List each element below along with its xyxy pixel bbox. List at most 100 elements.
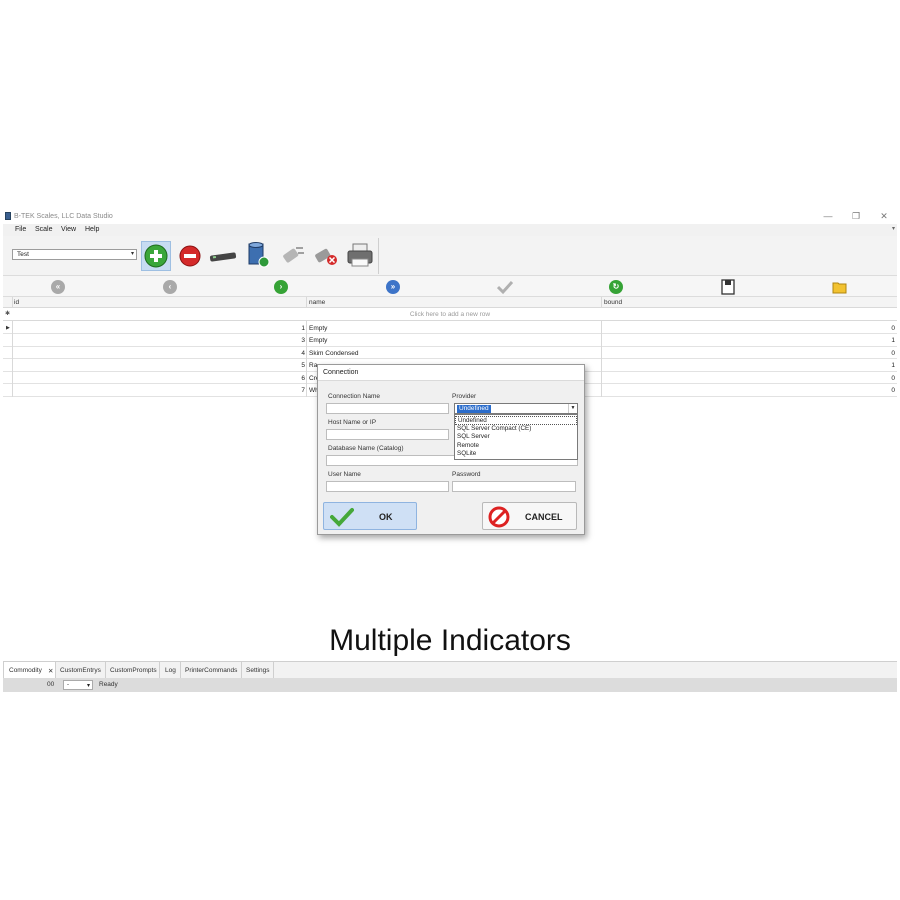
menu-scale[interactable]: Scale	[35, 226, 53, 233]
tab-label: CustomPrompts	[110, 667, 157, 674]
minimize-button[interactable]: —	[819, 210, 837, 222]
restore-button[interactable]: ❐	[847, 210, 865, 222]
dialog-title-bar: Connection	[318, 365, 584, 381]
menu-bar: File Scale View Help ▾	[3, 224, 897, 236]
column-header-name[interactable]: name	[309, 299, 325, 306]
column-header-id[interactable]: id	[14, 299, 19, 306]
cell-id[interactable]: 6	[13, 375, 305, 382]
provider-select[interactable]: Undefined ▼	[454, 403, 578, 414]
add-button[interactable]	[141, 241, 171, 271]
refresh-button[interactable]: ↻	[608, 279, 624, 295]
cell-name[interactable]: Empty	[309, 337, 327, 344]
password-input[interactable]	[452, 481, 576, 492]
apply-button[interactable]	[497, 279, 513, 295]
user-name-input[interactable]	[326, 481, 449, 492]
database-sync-button[interactable]	[243, 241, 273, 271]
menu-overflow-icon[interactable]: ▾	[892, 225, 895, 232]
save-button[interactable]	[720, 279, 736, 295]
host-input[interactable]	[326, 429, 449, 440]
status-dropdown-value: -	[67, 682, 69, 688]
ok-button[interactable]: OK	[323, 502, 417, 530]
cell-bound[interactable]: 0	[603, 325, 895, 332]
grid-divider	[601, 321, 602, 397]
plug-button[interactable]	[277, 241, 307, 271]
status-code: 00	[47, 681, 55, 688]
menu-file[interactable]: File	[15, 226, 26, 233]
provider-option-undefined[interactable]: Undefined	[455, 416, 577, 425]
tab-label: Commodity	[9, 667, 42, 674]
cell-id[interactable]: 3	[13, 337, 305, 344]
caption-text: Multiple Indicators	[329, 624, 571, 657]
first-record-button[interactable]: «	[50, 279, 66, 295]
status-dropdown[interactable]: - ▾	[63, 680, 93, 690]
tab-label: Log	[165, 667, 176, 674]
cell-bound[interactable]: 0	[603, 350, 895, 357]
last-record-icon: »	[386, 280, 400, 294]
table-row[interactable]: 4 Skim Condensed 0	[3, 347, 897, 359]
cell-id[interactable]: 1	[13, 325, 305, 332]
close-button[interactable]: ✕	[875, 210, 893, 222]
tab-customprompts[interactable]: CustomPrompts	[106, 662, 160, 679]
plug-icon	[283, 247, 304, 263]
window-title: B-TEK Scales, LLC Data Studio	[14, 213, 113, 220]
document-tabs: Commodity ✕ CustomEntrys CustomPrompts L…	[3, 661, 897, 679]
tab-commodity[interactable]: Commodity ✕	[3, 662, 56, 679]
tab-log[interactable]: Log	[160, 662, 181, 679]
cell-bound[interactable]: 0	[603, 387, 895, 394]
open-folder-button[interactable]	[832, 279, 848, 295]
connection-name-input[interactable]	[326, 403, 449, 414]
scale-connect-button[interactable]	[208, 241, 238, 271]
tab-settings[interactable]: Settings	[242, 662, 274, 679]
status-bar: 00 - ▾ Ready	[3, 678, 897, 692]
cancel-button-label: CANCEL	[525, 512, 563, 522]
app-window: B-TEK Scales, LLC Data Studio — ❐ ✕ File…	[3, 208, 897, 692]
cell-bound[interactable]: 1	[603, 362, 895, 369]
dialog-title: Connection	[323, 369, 359, 376]
cell-name[interactable]: Skim Condensed	[309, 350, 359, 357]
menu-view[interactable]: View	[61, 226, 76, 233]
last-record-button[interactable]: »	[385, 279, 401, 295]
provider-option-sql-server-compact[interactable]: SQL Server Compact (CE)	[455, 425, 577, 434]
column-header-bound[interactable]: bound	[604, 299, 622, 306]
remove-button[interactable]	[175, 241, 205, 271]
cancel-button[interactable]: CANCEL	[482, 502, 577, 530]
tab-label: Settings	[246, 667, 270, 674]
scale-connect-icon	[209, 252, 237, 262]
menu-help[interactable]: Help	[85, 226, 99, 233]
database-sync-icon	[248, 242, 270, 268]
user-name-label: User Name	[328, 471, 361, 478]
table-row[interactable]: 3 Empty 1	[3, 334, 897, 347]
tab-printercommands[interactable]: PrinterCommands	[181, 662, 242, 679]
cell-bound[interactable]: 1	[603, 337, 895, 344]
new-row[interactable]: ✱ Click here to add a new row	[3, 308, 897, 321]
grid-divider	[601, 297, 602, 308]
table-row[interactable]: ▶ 1 Empty 0	[3, 322, 897, 334]
provider-option-remote[interactable]: Remote	[455, 442, 577, 451]
cell-bound[interactable]: 0	[603, 375, 895, 382]
host-label: Host Name or IP	[328, 419, 377, 426]
chevron-down-icon[interactable]: ▼	[568, 404, 577, 413]
ok-button-label: OK	[379, 512, 393, 522]
remove-icon	[179, 245, 201, 267]
apply-checkmark-icon	[497, 280, 513, 295]
plug-disconnect-button[interactable]	[311, 241, 341, 271]
new-row-hint: Click here to add a new row	[409, 311, 491, 318]
next-record-button[interactable]: ›	[273, 279, 289, 295]
cell-id[interactable]: 4	[13, 350, 305, 357]
previous-record-button[interactable]: ‹	[162, 279, 178, 295]
profile-combo[interactable]: Test ▾	[12, 249, 137, 260]
close-icon[interactable]: ✕	[48, 667, 53, 675]
cancel-icon	[488, 506, 510, 528]
cell-id[interactable]: 7	[13, 387, 305, 394]
provider-option-sqlite[interactable]: SQLite	[455, 450, 577, 459]
toolbar: Test ▾	[3, 236, 897, 276]
print-button[interactable]	[345, 241, 375, 271]
cell-id[interactable]: 5	[13, 362, 305, 369]
checkmark-icon	[330, 508, 354, 527]
provider-option-sql-server[interactable]: SQL Server	[455, 433, 577, 442]
current-row-indicator-icon: ▶	[6, 324, 10, 331]
cell-name[interactable]: Empty	[309, 325, 327, 332]
record-navigation-bar: « ‹ › » ↻	[3, 276, 897, 297]
tab-customentrys[interactable]: CustomEntrys	[56, 662, 106, 679]
chevron-down-icon: ▾	[86, 683, 90, 689]
